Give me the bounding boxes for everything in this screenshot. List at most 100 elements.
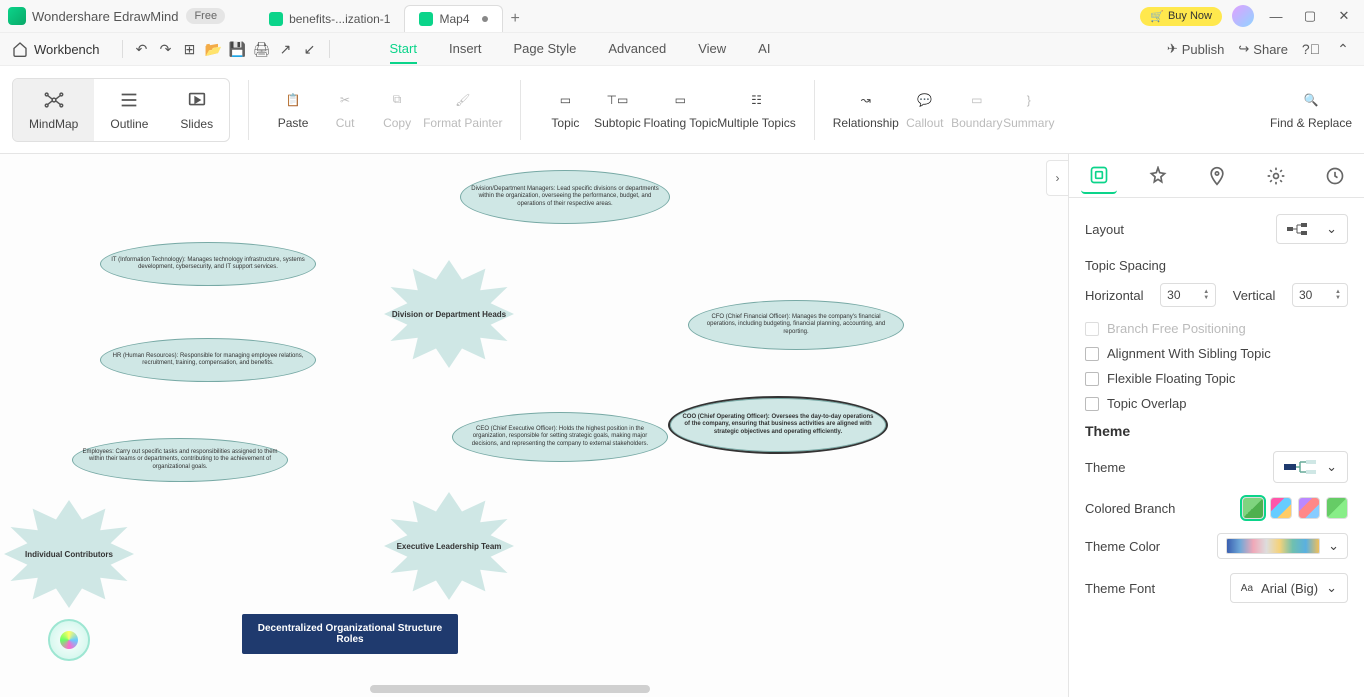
paste-button[interactable]: 📋Paste [267,90,319,130]
vertical-input[interactable]: 30▲▼ [1292,283,1348,307]
swatch-3[interactable] [1298,497,1320,519]
swatch-1[interactable] [1242,497,1264,519]
import-button[interactable]: ↙ [301,40,319,58]
panel-tab-settings[interactable] [1258,158,1294,194]
chk-flex-float[interactable] [1085,372,1099,386]
chevron-down-icon: ⌄ [1328,538,1339,554]
menu-advanced[interactable]: Advanced [608,35,666,64]
main-menus: Start Insert Page Style Advanced View AI [390,35,771,64]
canvas[interactable]: Division/Department Managers: Lead speci… [0,154,1068,697]
panel-tab-layout[interactable] [1081,158,1117,194]
node-root[interactable]: Decentralized Organizational Structure R… [242,614,458,654]
divider [329,40,330,58]
node-hr[interactable]: HR (Human Resources): Responsible for ma… [100,338,316,382]
swatch-4[interactable] [1326,497,1348,519]
topbar-right: ✈ Publish ↪ Share ?⃝ ⌃ [1167,40,1352,58]
panel-collapse-button[interactable]: › [1046,160,1068,196]
view-outline[interactable]: Outline [94,79,164,141]
node-cfo[interactable]: CFO (Chief Financial Officer): Manages t… [688,300,904,350]
callout-button[interactable]: 💬Callout [899,90,951,130]
buy-now-button[interactable]: 🛒 Buy Now [1140,7,1222,26]
theme-preview-icon [1284,458,1318,476]
panel-tab-history[interactable] [1317,158,1353,194]
divider [520,80,521,140]
document-tabs: benefits-...ization-1 Map4 + [255,0,528,32]
copy-button[interactable]: ⧉Copy [371,90,423,130]
new-button[interactable]: ⊞ [181,40,199,58]
view-mindmap[interactable]: MindMap [13,79,94,141]
new-tab-button[interactable]: + [503,6,528,32]
menu-start[interactable]: Start [390,35,417,64]
floating-topic-button[interactable]: ▭Floating Topic [643,90,717,130]
summary-button[interactable]: }Summary [1003,90,1055,130]
save-button[interactable]: 💾 [229,40,247,58]
user-avatar[interactable] [1232,5,1254,27]
maximize-button[interactable]: ▢ [1298,4,1322,28]
ai-fab-button[interactable] [48,619,90,661]
publish-button[interactable]: ✈ Publish [1167,41,1225,57]
node-individual-contributors[interactable]: Individual Contributors [4,500,134,608]
summary-icon: } [1019,90,1039,110]
view-label: Outline [110,117,148,131]
minimize-button[interactable]: — [1264,4,1288,28]
node-it[interactable]: IT (Information Technology): Manages tec… [100,242,316,286]
format-painter-button[interactable]: 🖌Format Painter [423,90,502,130]
chevron-down-icon: ⌄ [1326,580,1337,596]
boundary-button[interactable]: ▭Boundary [951,90,1003,130]
multi-icon: ☷ [747,90,767,110]
layout-preview-icon [1287,221,1311,237]
layout-select[interactable]: ⌄ [1276,214,1348,244]
redo-button[interactable]: ↷ [157,40,175,58]
color-strip-icon [1226,538,1320,554]
topic-button[interactable]: ▭Topic [539,90,591,130]
node-coo[interactable]: COO (Chief Operating Officer): Oversees … [670,398,886,452]
divider [814,80,815,140]
rb-label: Topic [551,116,579,130]
node-exec-team[interactable]: Executive Leadership Team [384,492,514,600]
help-button[interactable]: ?⃝ [1302,40,1320,58]
chevron-down-icon: ⌄ [1326,459,1337,475]
workbench-link[interactable]: Workbench [34,42,100,57]
view-slides[interactable]: Slides [164,79,229,141]
subtopic-icon: ⊤▭ [607,90,627,110]
close-button[interactable]: ✕ [1332,4,1356,28]
menu-page-style[interactable]: Page Style [514,35,577,64]
theme-color-select[interactable]: ⌄ [1217,533,1348,559]
tab-benefits[interactable]: benefits-...ization-1 [255,6,404,32]
menu-ai[interactable]: AI [758,35,770,64]
subtopic-button[interactable]: ⊤▭Subtopic [591,90,643,130]
print-button[interactable]: 🖨 [253,40,271,58]
menu-view[interactable]: View [698,35,726,64]
undo-button[interactable]: ↶ [133,40,151,58]
find-replace-button[interactable]: 🔍Find & Replace [1270,90,1352,130]
horizontal-scrollbar[interactable] [370,685,650,693]
share-button[interactable]: ↪ Share [1238,41,1288,57]
chk-align-sibling[interactable] [1085,347,1099,361]
cut-button[interactable]: ✂Cut [319,90,371,130]
floating-icon: ▭ [670,90,690,110]
node-division-heads[interactable]: Division or Department Heads [384,260,514,368]
format-painter-icon: 🖌 [453,90,473,110]
panel-tab-map[interactable] [1199,158,1235,194]
export-button[interactable]: ↗ [277,40,295,58]
home-icon[interactable] [12,41,28,57]
chk-overlap[interactable] [1085,397,1099,411]
relationship-button[interactable]: ↝Relationship [833,90,899,130]
theme-font-select[interactable]: Aa Arial (Big) ⌄ [1230,573,1348,603]
open-button[interactable]: 📂 [205,40,223,58]
horizontal-input[interactable]: 30▲▼ [1160,283,1216,307]
menu-insert[interactable]: Insert [449,35,482,64]
theme-label: Theme [1085,460,1125,475]
panel-tab-style[interactable] [1140,158,1176,194]
tab-map4[interactable]: Map4 [404,5,502,32]
node-ceo[interactable]: CEO (Chief Executive Officer): Holds the… [452,412,668,462]
node-division-managers[interactable]: Division/Department Managers: Lead speci… [460,170,670,224]
titlebar-right: 🛒 Buy Now — ▢ ✕ [1140,4,1356,28]
topbar: Workbench ↶ ↷ ⊞ 📂 💾 🖨 ↗ ↙ Start Insert P… [0,33,1364,66]
swatch-2[interactable] [1270,497,1292,519]
collapse-ribbon-button[interactable]: ⌃ [1334,40,1352,58]
theme-select[interactable]: ⌄ [1273,451,1348,483]
multiple-topics-button[interactable]: ☷Multiple Topics [717,90,795,130]
vertical-label: Vertical [1233,288,1276,303]
node-employees[interactable]: Employees: Carry out specific tasks and … [72,438,288,482]
